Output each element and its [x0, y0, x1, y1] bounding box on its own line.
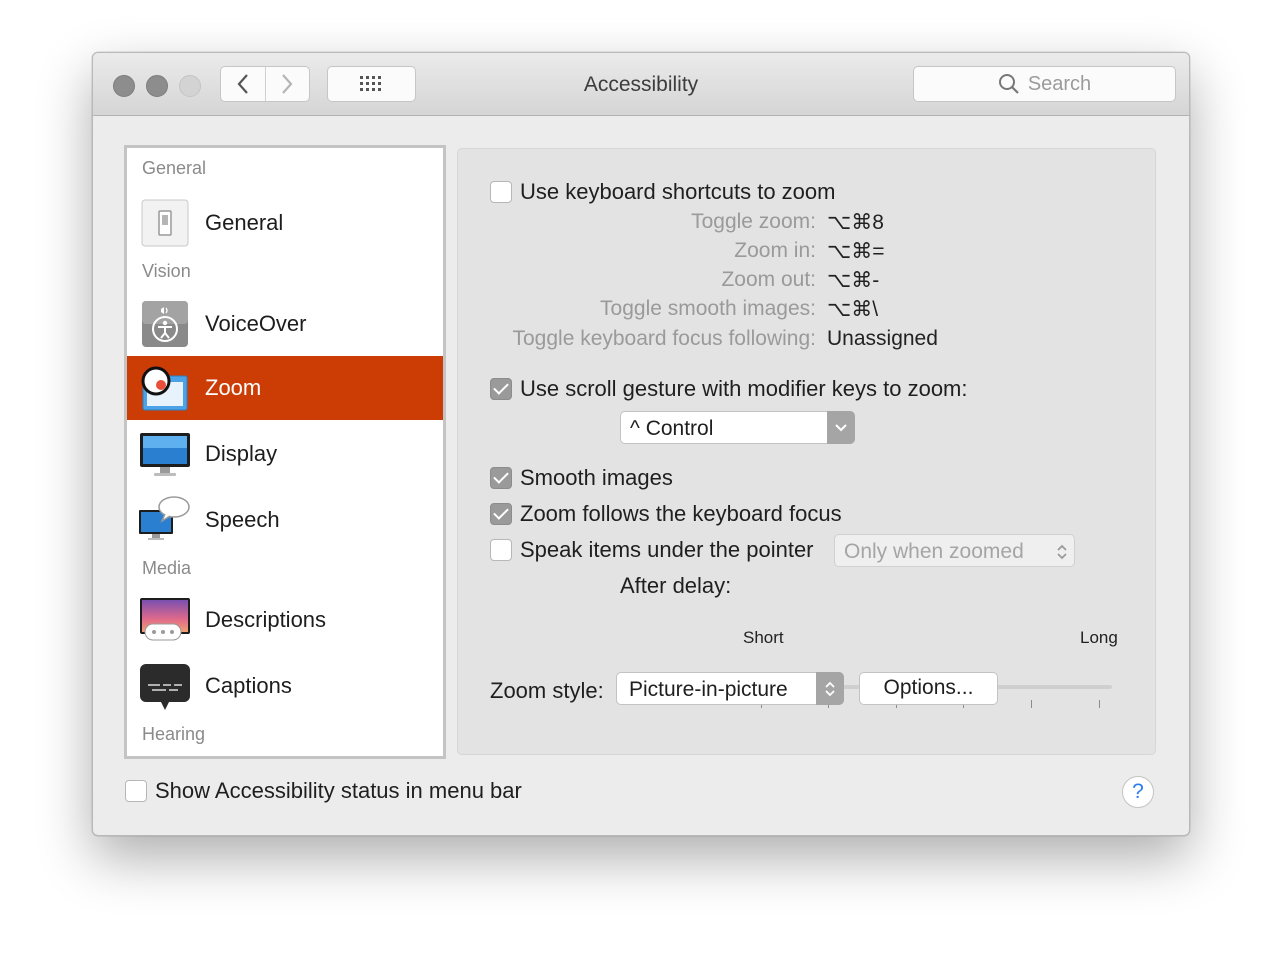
shortcut-value: ⌥⌘\ — [827, 298, 879, 321]
keyboard-shortcuts-checkbox[interactable] — [490, 181, 512, 203]
sidebar-item-speech[interactable]: Speech — [127, 488, 443, 552]
sidebar-item-general[interactable]: General — [127, 191, 443, 255]
help-button[interactable]: ? — [1122, 776, 1154, 808]
section-header-media: Media — [142, 558, 192, 578]
shortcut-label: Zoom in: — [734, 239, 816, 262]
keyboard-shortcuts-label: Use keyboard shortcuts to zoom — [520, 179, 836, 204]
sidebar-item-zoom[interactable]: Zoom — [127, 356, 443, 420]
follow-focus-checkbox[interactable] — [490, 503, 512, 525]
follow-focus-label: Zoom follows the keyboard focus — [520, 501, 842, 526]
shortcut-value: ⌥⌘- — [827, 269, 880, 292]
preferences-window: Accessibility Search General General Vis… — [92, 52, 1190, 836]
search-icon — [998, 74, 1019, 94]
sidebar-item-label: General — [205, 210, 284, 235]
slider-tick — [1099, 700, 1100, 708]
shortcut-value: ⌥⌘= — [827, 240, 885, 263]
display-icon — [140, 433, 190, 476]
smooth-images-label: Smooth images — [520, 465, 673, 490]
shortcut-label: Toggle zoom: — [691, 210, 816, 233]
delay-label: After delay: — [620, 573, 732, 598]
sidebar-item-label: VoiceOver — [205, 311, 307, 336]
search-placeholder: Search — [1027, 72, 1092, 95]
scroll-gesture-checkbox[interactable] — [490, 378, 512, 400]
speak-items-popup[interactable]: Only when zoomed — [834, 534, 1075, 567]
slider-tick — [1031, 700, 1032, 708]
zoom-style-popup[interactable]: Picture-in-picture — [616, 672, 844, 705]
smooth-images-checkbox[interactable] — [490, 467, 512, 489]
sidebar-item-label: Speech — [205, 507, 280, 532]
zoom-settings-panel: Use keyboard shortcuts to zoom Toggle zo… — [457, 148, 1156, 755]
sidebar-item-captions[interactable]: Captions — [127, 654, 443, 718]
sidebar-item-label: Captions — [205, 673, 292, 698]
descriptions-icon — [140, 598, 190, 641]
chevron-down-icon — [827, 411, 855, 444]
sidebar[interactable]: General General Vision VoiceOver Zoom Di… — [124, 145, 446, 759]
modifier-key-popup[interactable]: ^ Control — [620, 411, 855, 444]
shortcut-label: Zoom out: — [721, 268, 816, 291]
title-bar: Accessibility Search — [93, 53, 1189, 116]
voiceover-icon — [142, 301, 188, 347]
shortcut-label: Toggle keyboard focus following: — [512, 327, 816, 350]
speak-items-value: Only when zoomed — [844, 540, 1024, 563]
shortcut-value: Unassigned — [827, 327, 938, 350]
section-header-hearing: Hearing — [142, 724, 206, 744]
sidebar-item-label: Display — [205, 441, 278, 466]
options-button[interactable]: Options... — [859, 672, 998, 705]
scroll-gesture-label: Use scroll gesture with modifier keys to… — [520, 376, 968, 401]
shortcut-label: Toggle smooth images: — [600, 297, 816, 320]
sidebar-item-descriptions[interactable]: Descriptions — [127, 588, 443, 652]
status-menu-checkbox[interactable] — [125, 780, 147, 802]
section-header-vision: Vision — [142, 261, 191, 281]
speech-icon — [139, 496, 190, 540]
captions-icon — [140, 664, 190, 710]
section-header-general: General — [142, 158, 207, 178]
general-icon — [141, 199, 189, 247]
zoom-style-value: Picture-in-picture — [629, 678, 788, 701]
delay-min-label: Short — [743, 628, 784, 647]
speak-items-label: Speak items under the pointer — [520, 537, 814, 562]
zoom-icon — [141, 366, 188, 411]
status-menu-label: Show Accessibility status in menu bar — [155, 778, 522, 803]
sidebar-item-label: Zoom — [205, 375, 262, 400]
speak-items-checkbox[interactable] — [490, 539, 512, 561]
sidebar-item-display[interactable]: Display — [127, 422, 443, 486]
updown-arrows-icon — [1057, 544, 1067, 560]
search-field[interactable]: Search — [913, 66, 1176, 102]
sidebar-item-voiceover[interactable]: VoiceOver — [127, 292, 443, 356]
modifier-key-value: ^ Control — [630, 417, 714, 440]
updown-arrows-icon — [816, 672, 844, 705]
delay-max-label: Long — [1080, 628, 1118, 647]
sidebar-item-label: Descriptions — [205, 607, 327, 632]
shortcut-value: ⌥⌘8 — [827, 211, 884, 234]
zoom-style-label: Zoom style: — [490, 678, 604, 703]
